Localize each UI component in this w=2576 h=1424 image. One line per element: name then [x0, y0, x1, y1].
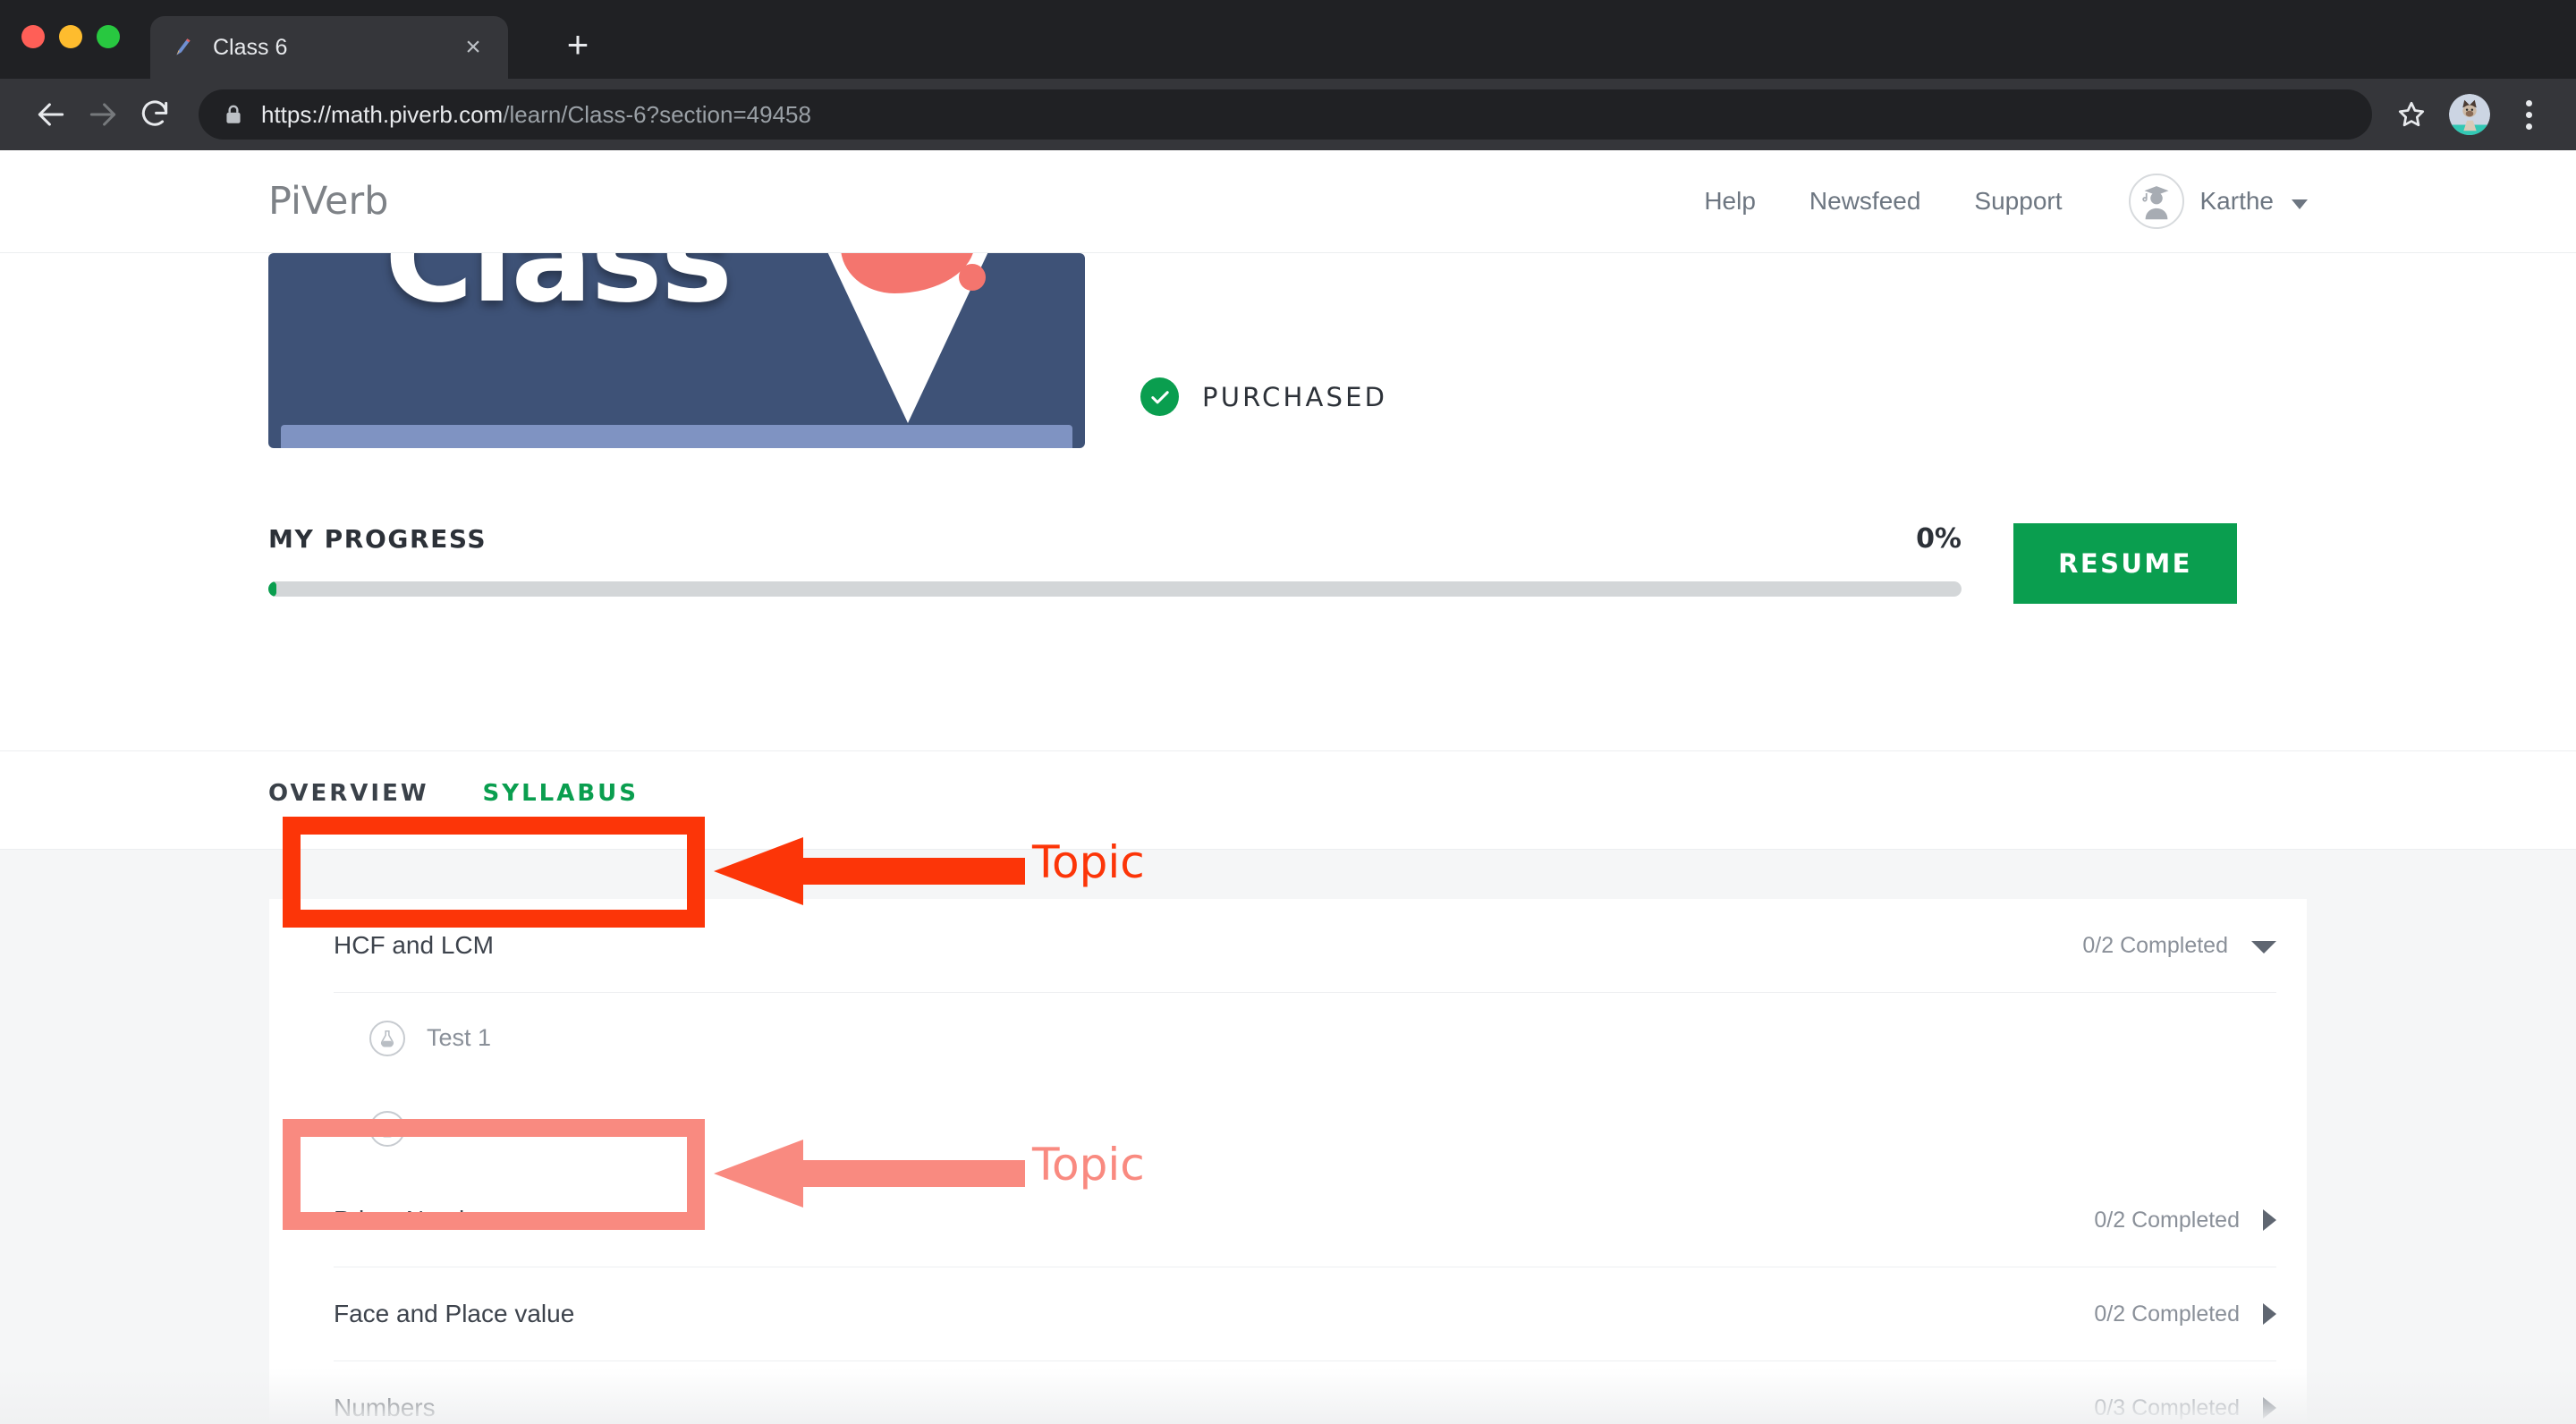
site-nav: Help Newsfeed Support [1704, 187, 2062, 216]
thumbnail-title: Class [385, 253, 733, 329]
tab-title: Class 6 [213, 34, 288, 60]
list-item[interactable]: Test 2 [269, 1083, 2307, 1174]
kebab-menu-icon[interactable] [2506, 89, 2551, 140]
list-item[interactable]: Test 1 [269, 993, 2307, 1083]
status-badge: PURCHASED [1140, 377, 1387, 448]
reload-icon[interactable] [129, 89, 181, 140]
browser-tab[interactable]: Class 6 × [150, 16, 508, 79]
topic-meta: 0/3 Completed [2094, 1395, 2276, 1421]
topic-completion-count: 0/2 Completed [2082, 932, 2228, 958]
progress-bar [268, 581, 1962, 597]
url-path: /learn/Class-6?section=49458 [503, 100, 811, 128]
table-row[interactable]: Numbers 0/3 Completed [269, 1361, 2307, 1424]
nav-link-help[interactable]: Help [1704, 187, 1756, 216]
topic-title: HCF and LCM [334, 931, 494, 959]
topic-completion-count: 0/2 Completed [2094, 1301, 2240, 1327]
page-viewport: PiVerb Help Newsfeed Support Karthe Clas… [0, 150, 2576, 1424]
topic-meta: 0/2 Completed [2094, 1301, 2276, 1327]
tab-syllabus[interactable]: SYLLABUS [482, 751, 639, 832]
star-icon[interactable] [2386, 89, 2436, 140]
lesson-title: Test 2 [427, 1115, 492, 1141]
cat-avatar-icon[interactable] [2449, 94, 2490, 135]
pencil-icon [170, 34, 197, 61]
hero-top-row: Class PURCHASED [268, 253, 2308, 448]
table-row[interactable]: Prime Numbers 0/2 Completed [269, 1174, 2307, 1267]
topic-completion-count: 0/3 Completed [2094, 1394, 2240, 1420]
resume-button[interactable]: RESUME [2013, 523, 2237, 604]
topic-title: Prime Numbers [334, 1206, 508, 1233]
topic-title: Numbers [334, 1394, 436, 1421]
thumbnail-footer-bar [281, 425, 1072, 448]
minimize-window-button[interactable] [59, 25, 82, 48]
browser-window: Class 6 × + https://math.piverb.com/lear… [0, 0, 2576, 1424]
syllabus-card: HCF and LCM 0/2 Completed Test 1 Test 2 … [269, 899, 2307, 1424]
close-icon[interactable]: × [458, 32, 488, 63]
address-bar[interactable]: https://math.piverb.com/learn/Class-6?se… [199, 89, 2372, 140]
flask-icon [369, 1110, 405, 1147]
graduate-avatar-icon [2128, 174, 2184, 229]
topic-meta: 0/2 Completed [2082, 933, 2276, 959]
close-window-button[interactable] [21, 25, 45, 48]
check-circle-icon [1140, 377, 1179, 416]
course-hero: Class PURCHASED MY PROGRESS 0% RESUME [0, 253, 2576, 751]
status-badge-label: PURCHASED [1202, 381, 1388, 412]
user-menu[interactable]: Karthe [2128, 174, 2308, 229]
nav-link-support[interactable]: Support [1974, 187, 2062, 216]
topic-meta: 0/2 Completed [2094, 1208, 2276, 1233]
arrow-left-icon[interactable] [25, 89, 77, 140]
topic-title: Face and Place value [334, 1300, 575, 1327]
window-controls[interactable] [21, 25, 120, 48]
syllabus-section: HCF and LCM 0/2 Completed Test 1 Test 2 … [0, 850, 2576, 1424]
url-host: https://math.piverb.com [261, 100, 504, 128]
flask-icon [369, 1020, 405, 1056]
caret-right-icon[interactable] [2263, 1303, 2276, 1325]
table-row[interactable]: Face and Place value 0/2 Completed [269, 1267, 2307, 1360]
caret-down-icon[interactable] [2251, 941, 2276, 954]
arrow-right-icon[interactable] [77, 89, 129, 140]
caret-right-icon[interactable] [2263, 1397, 2276, 1419]
thumbnail-dot-shape [959, 264, 986, 291]
lock-icon [222, 103, 245, 126]
progress-section: MY PROGRESS 0% RESUME [268, 523, 2308, 604]
browser-toolbar: https://math.piverb.com/learn/Class-6?se… [0, 79, 2576, 150]
progress-title: MY PROGRESS [268, 524, 487, 554]
progress-left: MY PROGRESS 0% [268, 523, 1962, 597]
tab-overview[interactable]: OVERVIEW [268, 751, 429, 832]
chevron-down-icon[interactable] [2292, 199, 2308, 209]
table-row[interactable]: HCF and LCM 0/2 Completed [269, 899, 2307, 992]
nav-link-newsfeed[interactable]: Newsfeed [1809, 187, 1921, 216]
new-tab-button[interactable]: + [555, 21, 601, 68]
maximize-window-button[interactable] [97, 25, 120, 48]
course-tabs: OVERVIEW SYLLABUS [0, 751, 2576, 850]
progress-header: MY PROGRESS 0% [268, 523, 1962, 555]
topic-completion-count: 0/2 Completed [2094, 1207, 2240, 1233]
progress-bar-fill [268, 581, 276, 597]
progress-percent: 0% [1916, 523, 1962, 555]
caret-right-icon[interactable] [2263, 1209, 2276, 1231]
site-header: PiVerb Help Newsfeed Support Karthe [0, 150, 2576, 253]
course-thumbnail: Class [268, 253, 1085, 448]
user-name: Karthe [2199, 187, 2275, 215]
brand-logo[interactable]: PiVerb [268, 179, 388, 224]
lesson-title: Test 1 [427, 1024, 492, 1051]
browser-titlebar: Class 6 × + [0, 0, 2576, 79]
